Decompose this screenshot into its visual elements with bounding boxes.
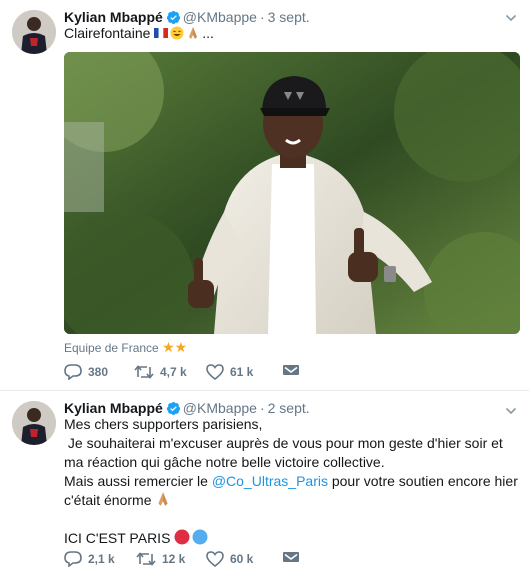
- red-circle-icon: [174, 529, 190, 545]
- avatar[interactable]: [12, 10, 56, 54]
- star-icon: ★: [162, 339, 175, 355]
- direct-message-button[interactable]: [282, 364, 300, 380]
- heart-icon: [206, 364, 224, 380]
- tweet-date[interactable]: 3 sept.: [268, 9, 310, 25]
- retweet-button[interactable]: 12 k: [136, 551, 206, 567]
- retweet-icon: [134, 365, 154, 379]
- retweet-count: 12 k: [162, 552, 186, 566]
- location-tag[interactable]: Equipe de France ★★: [64, 340, 187, 355]
- direct-message-button[interactable]: [282, 551, 300, 567]
- chevron-down-icon[interactable]: [505, 12, 517, 24]
- france-flag-icon: [154, 26, 169, 40]
- like-button[interactable]: 61 k: [206, 364, 282, 380]
- tweet-line: Mes chers supporters parisiens,: [64, 416, 263, 432]
- tweet-line: ICI C'EST PARIS: [64, 529, 519, 548]
- praying-hands-icon: [186, 26, 200, 40]
- reply-count: 380: [88, 365, 109, 379]
- tweet-2[interactable]: Kylian Mbappé @KMbappe · 2 sept. Mes chers …: [0, 390, 529, 573]
- retweet-button[interactable]: 4,7 k: [134, 364, 206, 380]
- verified-badge-icon: [166, 401, 180, 416]
- display-name[interactable]: Kylian Mbappé: [64, 9, 163, 25]
- tweet-text-suffix: ...: [202, 25, 214, 41]
- retweet-count: 4,7 k: [160, 365, 187, 379]
- tweet-line: Je souhaiterai m'excuser auprès de vous …: [64, 435, 507, 470]
- tweet-photo[interactable]: [64, 52, 520, 334]
- blue-circle-icon: [192, 529, 208, 545]
- envelope-icon: [283, 365, 299, 375]
- mention-link[interactable]: @Co_Ultras_Paris: [212, 473, 328, 489]
- author-handle[interactable]: @KMbappe: [183, 9, 257, 25]
- retweet-icon: [136, 552, 156, 566]
- like-count: 60 k: [230, 552, 254, 566]
- avatar[interactable]: [12, 401, 56, 445]
- verified-badge-icon: [166, 10, 180, 25]
- praying-hands-icon: [155, 491, 171, 507]
- heart-icon: [206, 551, 224, 567]
- separator-dot: ·: [259, 9, 265, 25]
- reply-icon: [64, 551, 82, 567]
- tweet-final-line: ICI C'EST PARIS: [64, 530, 171, 546]
- tweet-line: Mais aussi remercier le @Co_Ultras_Paris…: [64, 472, 519, 510]
- reply-icon: [64, 364, 82, 380]
- star-icon: ★: [174, 339, 188, 355]
- reply-button[interactable]: 2,1 k: [64, 551, 136, 567]
- author-handle[interactable]: @KMbappe: [183, 400, 257, 416]
- tweet-actions: 2,1 k 12 k 60 k: [64, 549, 300, 569]
- tweet-text: Mes chers supporters parisiens, Je souha…: [64, 415, 519, 548]
- envelope-icon: [283, 552, 299, 562]
- reply-count: 2,1 k: [88, 552, 115, 566]
- tweet-text: Clairefontaine ...: [64, 24, 214, 43]
- like-count: 61 k: [230, 365, 254, 379]
- reply-button[interactable]: 380: [64, 364, 134, 380]
- grinning-face-icon: [170, 26, 184, 40]
- tweet-text-body: Clairefontaine: [64, 25, 151, 41]
- separator-dot: ·: [259, 400, 265, 416]
- location-label: Equipe de France: [64, 341, 159, 355]
- tweet-date[interactable]: 2 sept.: [268, 400, 310, 416]
- like-button[interactable]: 60 k: [206, 551, 282, 567]
- display-name[interactable]: Kylian Mbappé: [64, 400, 163, 416]
- tweet-actions: 380 4,7 k 61 k: [64, 362, 300, 382]
- tweet-text-fragment: Mais aussi remercier le: [64, 473, 212, 489]
- tweet-1[interactable]: Kylian Mbappé @KMbappe · 3 sept. Clairefont…: [0, 0, 529, 390]
